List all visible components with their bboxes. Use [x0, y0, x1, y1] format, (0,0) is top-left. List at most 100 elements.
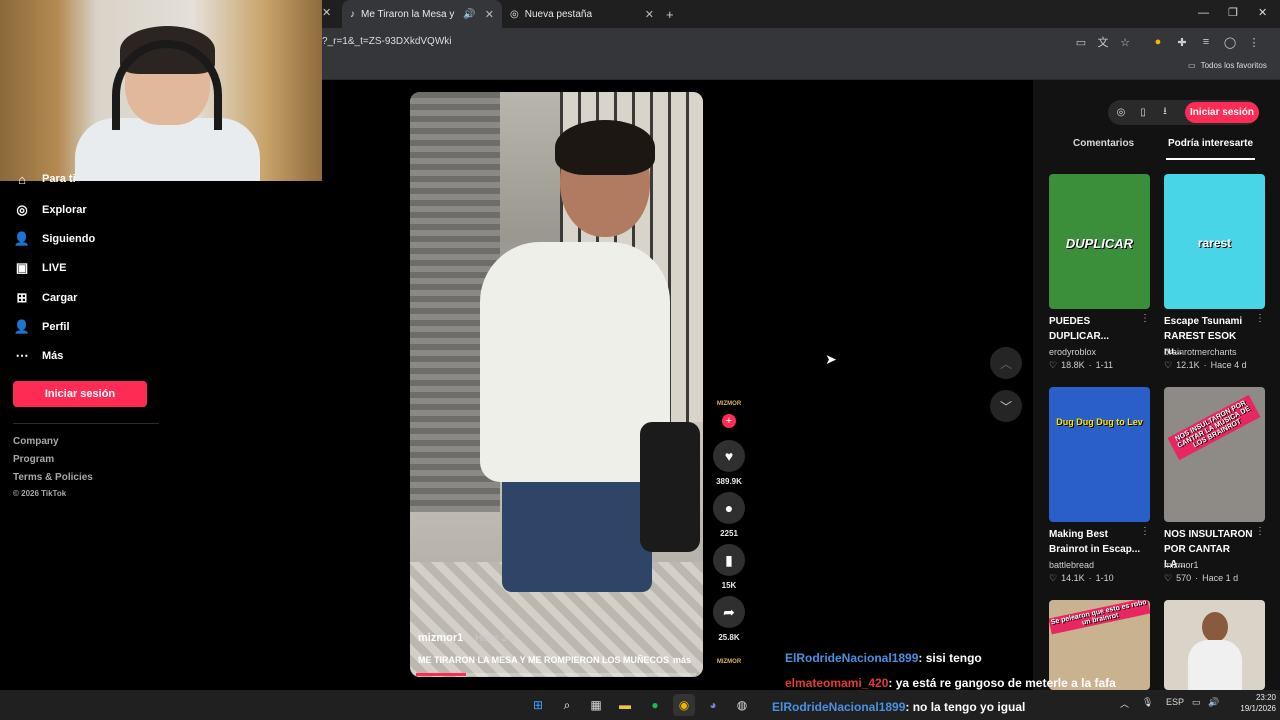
discord-icon[interactable]: ◕: [702, 694, 724, 716]
url-field[interactable]: ?_r=1&_t=ZS-93DXkdVQWki: [322, 33, 452, 51]
dashboard-icon[interactable]: ◎: [1114, 105, 1128, 119]
video-caption: ME TIRARON LA MESA Y ME ROMPIERON LOS MU…: [418, 655, 670, 665]
store-icon[interactable]: ▦: [585, 694, 607, 716]
creator-avatar[interactable]: MIZMOR: [715, 393, 743, 415]
star-icon[interactable]: ☆: [1117, 34, 1133, 50]
prev-video-button[interactable]: ︿: [990, 347, 1022, 379]
thumbnail-person-body: [1188, 640, 1242, 690]
new-tab-icon[interactable]: +: [666, 7, 674, 22]
card-author[interactable]: erodyroblox: [1049, 347, 1096, 357]
translate-icon[interactable]: 文: [1095, 34, 1111, 50]
card-author[interactable]: mizmor1: [1164, 560, 1199, 570]
login-button[interactable]: Iniciar sesión: [13, 381, 147, 407]
kebab-menu-icon[interactable]: ⋮: [1140, 526, 1150, 537]
kebab-menu-icon[interactable]: ⋮: [1246, 34, 1262, 50]
copyright: © 2026 TikTok: [13, 489, 67, 498]
windows-taskbar: [0, 690, 1280, 720]
volume-icon[interactable]: 🔊: [1208, 697, 1219, 708]
chat-message: elmateomami_420: ya está re gangoso de m…: [785, 676, 1116, 690]
video-author[interactable]: mizmor1: [418, 632, 463, 644]
close-tab-icon[interactable]: ✕: [485, 8, 494, 21]
chat-message: ElRodrideNacional1899: sisi tengo: [785, 651, 982, 665]
video-time: · Hace 3 d: [469, 633, 516, 644]
sidebar-item-more[interactable]: ⋯ Más: [14, 346, 64, 366]
network-icon[interactable]: ▭: [1192, 697, 1201, 708]
card-author[interactable]: brainrotmerchants: [1164, 347, 1237, 357]
tab-new[interactable]: ◎ Nueva pestaña ✕: [502, 0, 662, 28]
link-terms[interactable]: Terms & Policies: [13, 472, 93, 483]
link-program[interactable]: Program: [13, 454, 54, 465]
link-company[interactable]: Company: [13, 436, 59, 447]
webcam-overlay: [0, 0, 322, 181]
sidebar-item-following[interactable]: 👤 Siguiendo: [14, 229, 95, 249]
speaker-icon[interactable]: 🔊: [463, 9, 475, 20]
language-indicator[interactable]: ESP: [1166, 697, 1184, 707]
card-thumbnail[interactable]: Dug Dug Dug to Lev: [1049, 387, 1150, 522]
all-bookmarks[interactable]: ▭ Todos los favoritos: [1188, 61, 1267, 70]
cast-icon[interactable]: ▭: [1073, 34, 1089, 50]
card-thumbnail[interactable]: NOS INSULTARON POR CANTAR LA MÚSICA DE L…: [1164, 387, 1265, 522]
card-thumbnail[interactable]: rarest: [1164, 174, 1265, 309]
playlist-icon[interactable]: ≡: [1198, 34, 1214, 50]
search-icon[interactable]: ⌕: [556, 694, 578, 716]
thumbnail-overlay-text: Se pelearon que esto es robo un brainrot: [1049, 600, 1150, 635]
sidebar-item-profile[interactable]: 👤 Perfil: [14, 317, 70, 337]
thumbnail-overlay-text: Dug Dug Dug to Lev: [1056, 417, 1143, 427]
close-tab-icon[interactable]: ✕: [645, 8, 654, 21]
divider: [13, 423, 159, 424]
caption-more-button[interactable]: más: [673, 655, 691, 665]
close-tab-icon[interactable]: ✕: [322, 6, 331, 19]
minimize-icon[interactable]: —: [1198, 7, 1209, 19]
tab-suggested[interactable]: Podría interesarte: [1168, 138, 1253, 149]
tiktok-icon: ♪: [350, 8, 355, 20]
file-explorer-icon[interactable]: ▬: [614, 694, 636, 716]
tab-title: Me Tiraron la Mesa y Me Ro: [361, 8, 457, 20]
comment-button[interactable]: ●: [713, 492, 745, 524]
spotify-icon[interactable]: ●: [644, 694, 666, 716]
taskbar-clock[interactable]: 23:20 19/1/2026: [1236, 692, 1276, 714]
kebab-menu-icon[interactable]: ⋮: [1255, 313, 1265, 324]
comment-icon: ●: [724, 500, 734, 516]
chrome-icon[interactable]: ◉: [673, 694, 695, 716]
chevron-up-icon: ︿: [999, 356, 1012, 371]
sidebar-item-explore[interactable]: ◎ Explorar: [14, 200, 86, 220]
tab-video[interactable]: ♪ Me Tiraron la Mesa y Me Ro 🔊 ✕: [342, 0, 502, 28]
like-button[interactable]: ♥: [713, 440, 745, 472]
account-icon[interactable]: ◯: [1222, 34, 1238, 50]
follow-plus-icon[interactable]: +: [722, 414, 736, 428]
comment-count: 2251: [720, 529, 738, 538]
tray-chevron-icon[interactable]: ︿: [1120, 697, 1129, 710]
video-player[interactable]: [410, 92, 703, 677]
sound-disc[interactable]: MIZMOR: [715, 652, 743, 672]
card-author[interactable]: battlebread: [1049, 560, 1094, 570]
windows-start-icon[interactable]: ⊞: [527, 694, 549, 716]
card-title[interactable]: PUEDES DUPLICAR...: [1049, 314, 1141, 344]
download-icon[interactable]: ⭳: [1158, 105, 1172, 119]
maximize-icon[interactable]: ❐: [1228, 6, 1238, 19]
puzzle-icon[interactable]: ✚: [1174, 34, 1190, 50]
sidebar-item-for-you[interactable]: ⌂ Para ti: [14, 172, 76, 186]
video-person-hair: [555, 120, 655, 175]
kebab-menu-icon[interactable]: ⋮: [1140, 313, 1150, 324]
sidebar-item-upload[interactable]: ⊞ Cargar: [14, 288, 78, 308]
profile-icon: 👤: [13, 319, 31, 334]
card-thumbnail[interactable]: DUPLICAR: [1049, 174, 1150, 309]
kebab-menu-icon[interactable]: ⋮: [1255, 526, 1265, 537]
obs-icon[interactable]: ◍: [731, 694, 753, 716]
extension-color-icon[interactable]: ●: [1150, 34, 1166, 50]
card-thumbnail[interactable]: [1164, 600, 1265, 690]
sidebar-item-live[interactable]: ▣ LIVE: [14, 258, 67, 278]
video-progress-bar[interactable]: [416, 673, 696, 676]
card-title[interactable]: Making Best Brainrot in Escap...: [1049, 527, 1141, 557]
phone-icon[interactable]: ▯: [1136, 105, 1150, 119]
card-stats: ♡ 570 · Hace 1 d: [1164, 573, 1239, 583]
chat-username: elmateomami_420: [785, 676, 889, 690]
save-button[interactable]: ▮: [713, 544, 745, 576]
save-count: 15K: [721, 581, 737, 590]
share-button[interactable]: ➦: [713, 596, 745, 628]
close-window-icon[interactable]: ✕: [1258, 6, 1267, 19]
mic-icon[interactable]: 🎙: [1142, 697, 1153, 708]
tab-comments[interactable]: Comentarios: [1073, 138, 1134, 149]
next-video-button[interactable]: ﹀: [990, 390, 1022, 422]
panel-login-button[interactable]: Iniciar sesión: [1185, 102, 1259, 123]
